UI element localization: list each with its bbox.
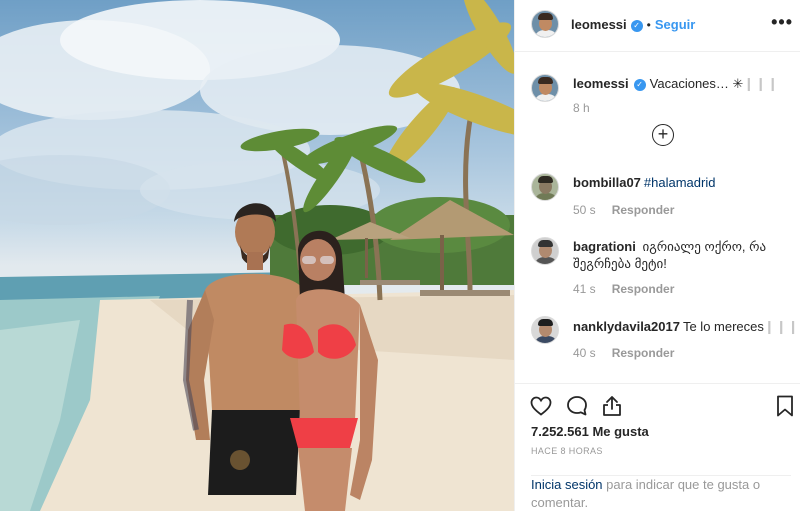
comment-username[interactable]: bombilla07 <box>573 175 641 190</box>
comment-avatar[interactable] <box>531 237 559 265</box>
comment-avatar[interactable] <box>531 173 559 201</box>
caption-text: leomessi ✓ Vacaciones… ✳❙❙❙ <box>573 75 785 92</box>
heart-icon[interactable] <box>529 394 553 418</box>
header-author-line: leomessi ✓ • Seguir <box>571 17 695 32</box>
caption-avatar[interactable] <box>531 74 559 102</box>
login-link[interactable]: Inicia sesión <box>531 477 603 492</box>
comment-username[interactable]: bagrationi <box>573 239 636 254</box>
reply-button[interactable]: Responder <box>612 282 675 296</box>
more-options-icon[interactable]: ••• <box>771 12 793 32</box>
author-avatar[interactable] <box>531 10 559 38</box>
comment-text: bagrationi იგრიალე ოქრო, რა შეგრჩება მეტ… <box>573 239 767 271</box>
add-circle-icon[interactable]: + <box>652 124 674 146</box>
post-actions: 7.252.561 Me gusta HACE 8 HORAS Inicia s… <box>515 383 800 511</box>
comment-time[interactable]: 40 s <box>573 346 596 360</box>
comment-meta: 41 s Responder <box>573 282 674 296</box>
bookmark-icon[interactable] <box>775 394 795 418</box>
post-detail-panel: leomessi ✓ • Seguir ••• leomessi ✓ Vacaciones… <box>514 0 800 511</box>
comment-meta: 50 s Responder <box>573 203 674 217</box>
post-header: leomessi ✓ • Seguir ••• <box>515 0 800 52</box>
caption-extra: ❙❙❙ <box>743 76 780 91</box>
comment-text: bombilla07 #halamadrid <box>573 174 785 191</box>
comment-avatar[interactable] <box>531 316 559 344</box>
comment-icon[interactable] <box>565 394 589 418</box>
reply-button[interactable]: Responder <box>612 203 675 217</box>
post-timestamp[interactable]: HACE 8 HORAS <box>531 446 603 456</box>
comment-time[interactable]: 41 s <box>573 282 596 296</box>
follow-button[interactable]: Seguir <box>655 17 695 32</box>
comment-meta: 40 s Responder <box>573 346 674 360</box>
like-count[interactable]: 7.252.561 Me gusta <box>531 424 649 439</box>
author-username[interactable]: leomessi <box>571 17 627 32</box>
comment-time[interactable]: 50 s <box>573 203 596 217</box>
beach-scene-image <box>0 0 514 511</box>
comment-text: nanklydavila2017Te lo mereces❙❙❙❙❙ <box>573 319 800 334</box>
separator-dot: • <box>646 18 651 32</box>
hashtag-link[interactable]: #halamadrid <box>644 175 716 190</box>
caption-body: Vacaciones… ✳ <box>649 76 744 91</box>
login-prompt: Inicia sesión para indicar que te gusta … <box>531 475 791 511</box>
share-icon[interactable] <box>600 394 624 418</box>
reply-button[interactable]: Responder <box>612 346 675 360</box>
verified-badge-icon: ✓ <box>633 79 646 91</box>
post-photo[interactable] <box>0 0 514 511</box>
comment-username[interactable]: nanklydavila2017 <box>573 319 680 334</box>
verified-badge-icon: ✓ <box>630 20 643 32</box>
caption-time[interactable]: 8 h <box>573 101 590 115</box>
caption-username[interactable]: leomessi <box>573 76 629 91</box>
